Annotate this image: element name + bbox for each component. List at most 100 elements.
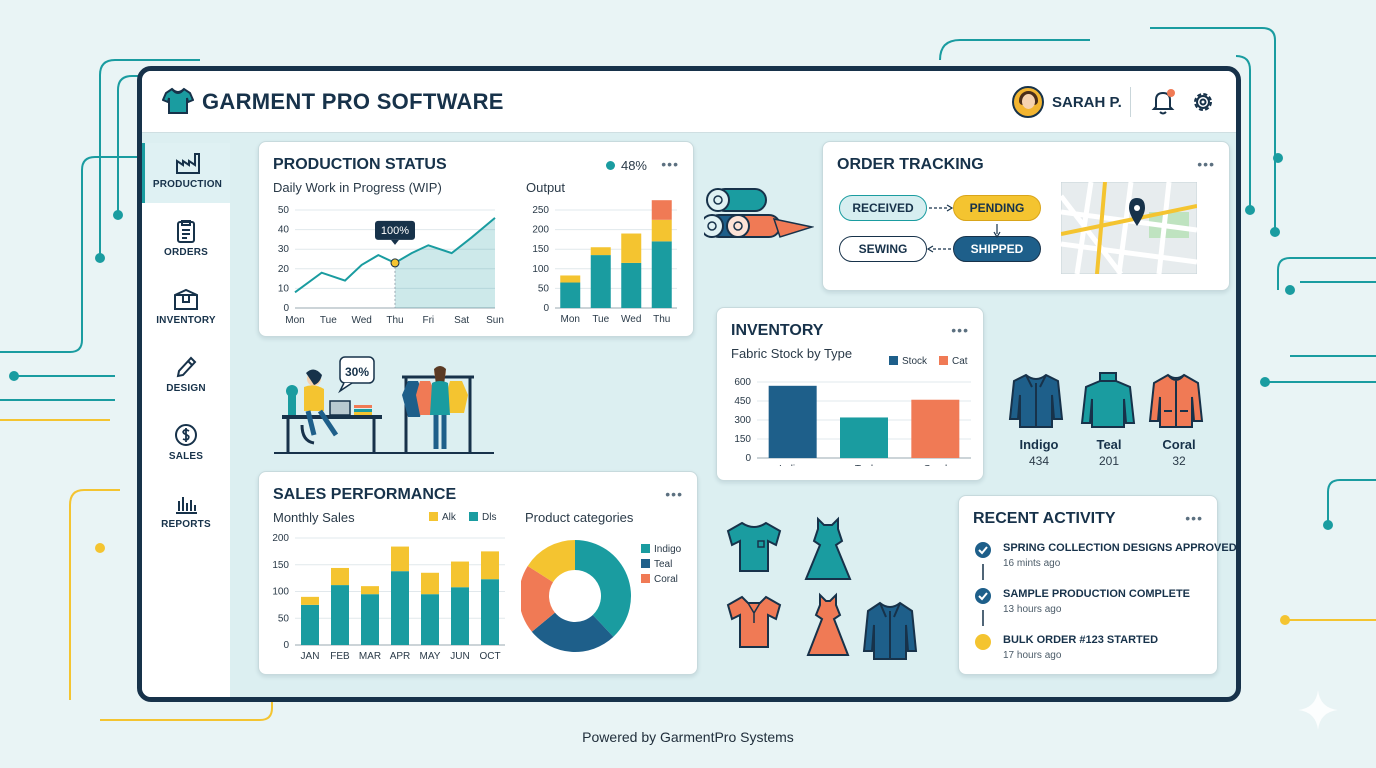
legend-swatch (939, 356, 948, 365)
legend-label: Cat (952, 356, 968, 367)
sidebar-item-label: SALES (168, 451, 204, 462)
settings-gear-icon[interactable] (1190, 89, 1216, 115)
y-tick-label: 100 (532, 264, 549, 275)
header-divider (1130, 87, 1131, 117)
production-status-card: PRODUCTION STATUS 48% ••• Daily Work in … (258, 141, 694, 337)
sidebar-item-label: REPORTS (161, 519, 211, 530)
legend-label: Teal (654, 559, 672, 570)
garment-name: Coral (1162, 437, 1196, 452)
sidebar-item-reports[interactable]: REPORTS (142, 483, 230, 543)
status-dot (605, 161, 615, 170)
legend-swatch (429, 512, 438, 521)
factory-icon (175, 153, 200, 174)
activity-title: SPRING COLLECTION DESIGNS APPROVED (1003, 542, 1237, 554)
output-bar-chart: 0 50 100 150 200 250 Mon Tue Wed Thu (532, 200, 677, 325)
output-chart-label: Output (526, 180, 566, 195)
y-tick-label: 150 (734, 434, 751, 445)
sidebar: PRODUCTION ORDERS INVENTORY DESIGN SALES… (142, 143, 230, 697)
sidebar-item-orders[interactable]: ORDERS (142, 211, 230, 271)
bar-jun-0 (451, 587, 469, 645)
map-thumbnail[interactable] (1061, 182, 1197, 274)
activity-title: BULK ORDER #123 STARTED (1003, 634, 1159, 646)
dollar-icon (175, 424, 197, 446)
y-tick-label: 200 (272, 533, 289, 544)
x-tick-label: OCT (479, 651, 500, 662)
x-tick-label: Coral (923, 464, 947, 466)
card-title: ORDER TRACKING (837, 156, 984, 173)
bar-apr-1 (391, 546, 409, 572)
card-menu-button[interactable]: ••• (1185, 510, 1203, 526)
y-tick-label: 600 (734, 377, 751, 388)
polo-shirt-icon (726, 595, 782, 648)
sidebar-item-design[interactable]: DESIGN (142, 347, 230, 407)
card-title: SALES PERFORMANCE (273, 486, 457, 503)
fabric-rolls-illustration (704, 188, 814, 238)
user-avatar[interactable] (1012, 86, 1044, 118)
bar-tue-0 (590, 255, 611, 308)
legend-swatch (889, 356, 898, 365)
y-tick-label: 0 (283, 303, 289, 314)
notification-bell-icon[interactable] (1150, 87, 1178, 117)
x-tick-label: JAN (301, 651, 320, 662)
card-menu-button[interactable]: ••• (661, 156, 679, 172)
x-tick-label: APR (390, 651, 411, 662)
garment-name: Teal (1096, 437, 1122, 452)
sidebar-item-production[interactable]: PRODUCTION (142, 143, 230, 203)
x-tick-label: Tue (592, 314, 609, 325)
production-status-value: 48% (605, 158, 647, 173)
wip-area-chart: 0 10 20 30 40 50 Mon Tue Wed Thu Fri Sat Sun 100% (278, 205, 504, 326)
card-menu-button[interactable]: ••• (1197, 156, 1215, 172)
bar-thu-2 (651, 200, 672, 220)
bar-apr-0 (391, 571, 409, 645)
legend-swatch (641, 574, 650, 583)
y-tick-label: 150 (272, 560, 289, 571)
card-menu-button[interactable]: ••• (665, 486, 683, 502)
monthly-sales-bar-chart: Alk Dls 0 50 100 150 200 JAN FEB MAR APR MAY JUN OCT (272, 512, 505, 662)
y-tick-label: 300 (734, 415, 751, 426)
stage-flow-arrows (926, 204, 1001, 253)
y-tick-label: 10 (278, 283, 290, 294)
shirt-logo-icon (162, 87, 194, 114)
sidebar-item-label: DESIGN (166, 383, 206, 394)
indigo-jacket-icon (1008, 373, 1064, 428)
bar-feb-1 (331, 567, 349, 586)
garment-item: Coral 32 (1139, 437, 1219, 468)
y-tick-label: 50 (278, 205, 290, 216)
garment-count: 32 (1172, 454, 1186, 468)
annotation-point (390, 258, 400, 268)
garment-count: 201 (1098, 454, 1120, 468)
x-tick-label: Wed (351, 315, 371, 326)
bar-feb-0 (331, 585, 349, 645)
card-title: RECENT ACTIVITY (973, 510, 1116, 527)
x-tick-label: Tue (320, 315, 337, 326)
x-tick-label: Teal (855, 464, 873, 466)
sidebar-item-label: PRODUCTION (152, 179, 223, 190)
legend-label: Stock (902, 356, 928, 367)
navy-jacket-icon (862, 601, 918, 660)
legend-label: Alk (442, 512, 457, 523)
y-tick-label: 50 (278, 613, 290, 624)
x-tick-label: MAR (359, 651, 381, 662)
bar-indigo-0 (768, 385, 817, 458)
card-menu-button[interactable]: ••• (951, 322, 969, 338)
bar-mon-0 (560, 282, 581, 308)
sparkle-icon (1298, 690, 1338, 730)
y-tick-label: 20 (278, 264, 290, 275)
bar-jan-1 (301, 596, 319, 605)
y-tick-label: 450 (734, 396, 751, 407)
bar-jan-0 (301, 604, 319, 645)
legend-label: Coral (654, 574, 678, 585)
y-tick-label: 0 (543, 303, 549, 314)
bar-wed-1 (621, 233, 642, 263)
sidebar-item-sales[interactable]: SALES (142, 415, 230, 475)
wip-chart-label: Daily Work in Progress (WIP) (273, 180, 442, 195)
y-tick-label: 0 (745, 453, 751, 464)
bar-mon-1 (560, 275, 581, 283)
x-tick-label: Mon (561, 314, 580, 325)
bar-oct-1 (481, 551, 499, 580)
y-tick-label: 40 (278, 225, 290, 236)
user-name[interactable]: SARAH P. (1052, 94, 1122, 111)
garment-count: 434 (1028, 454, 1050, 468)
y-tick-label: 0 (283, 640, 289, 651)
sidebar-item-inventory[interactable]: INVENTORY (142, 279, 230, 339)
